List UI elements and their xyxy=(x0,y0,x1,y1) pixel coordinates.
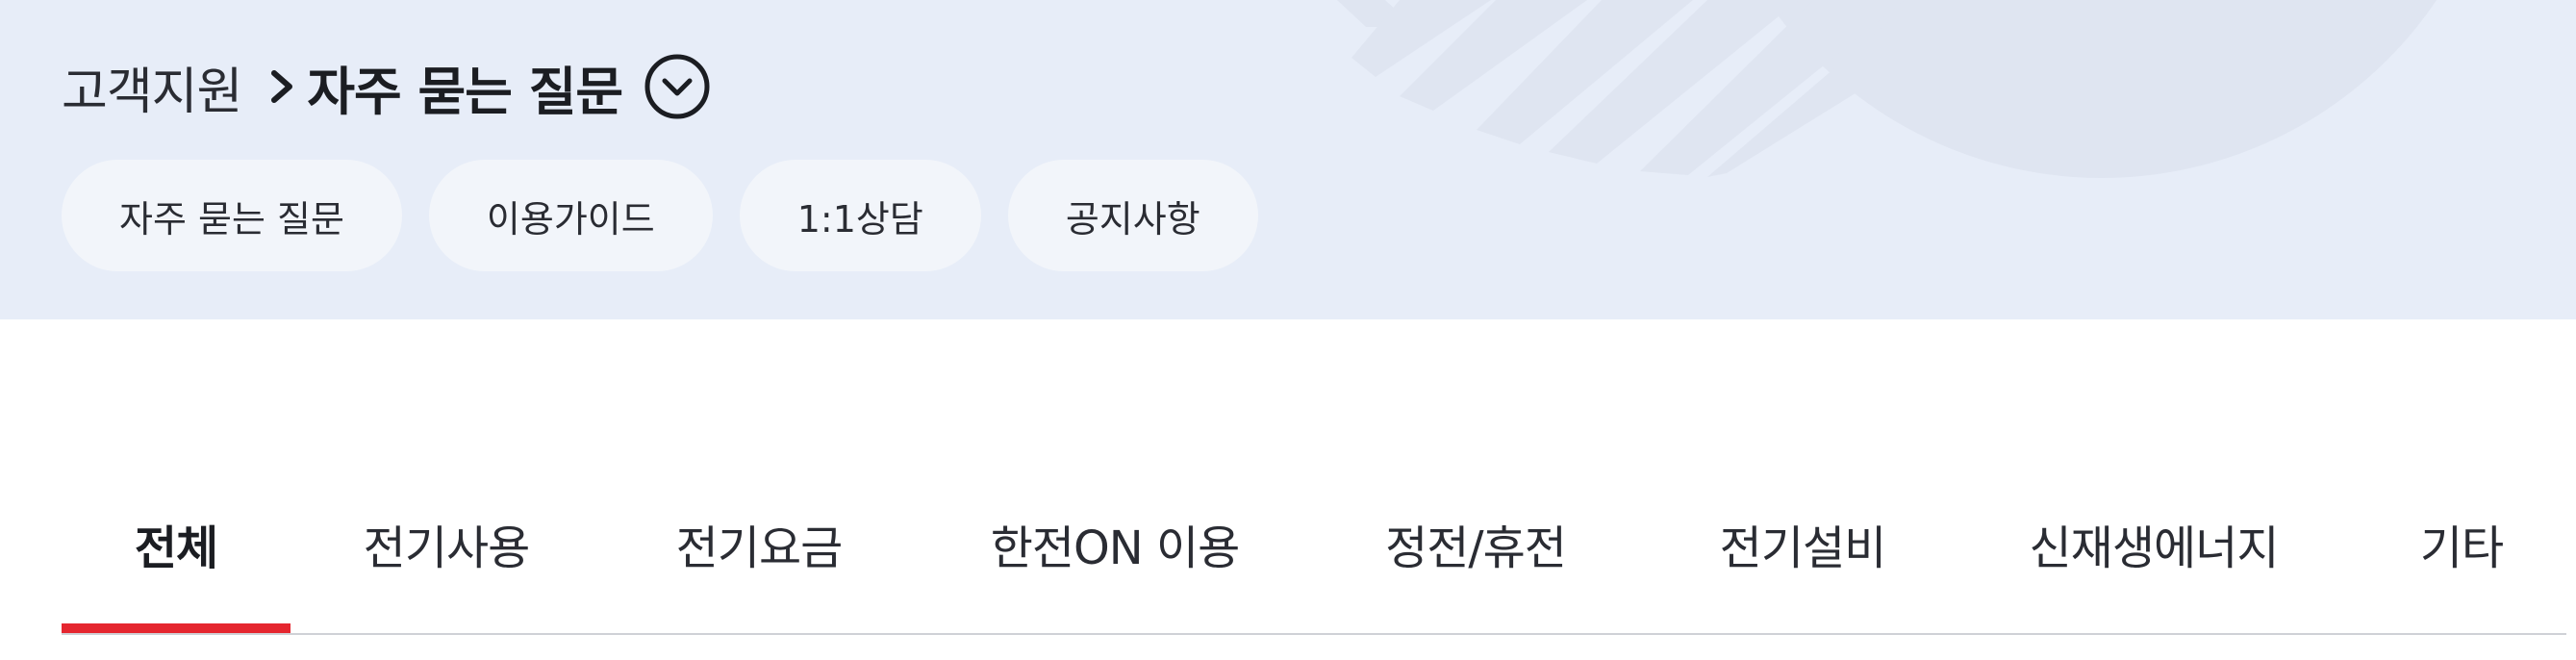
tab-etc[interactable]: 기타 xyxy=(2389,452,2534,635)
breadcrumb: 고객지원 자주 묻는 질문 xyxy=(62,50,711,123)
quick-link-notice[interactable]: 공지사항 xyxy=(1007,160,1258,271)
quick-link-guide[interactable]: 이용가이드 xyxy=(428,160,713,271)
chevron-down-circle-icon[interactable] xyxy=(644,53,711,120)
breadcrumb-root-link[interactable]: 고객지원 xyxy=(62,51,242,123)
quick-links: 자주 묻는 질문 이용가이드 1:1상담 공지사항 xyxy=(62,160,1258,271)
tab-renewable-energy[interactable]: 신재생에너지 xyxy=(2000,452,2308,635)
chevron-right-icon xyxy=(271,70,293,103)
page-title: 자주 묻는 질문 xyxy=(307,61,623,122)
tab-all[interactable]: 전체 xyxy=(62,452,290,635)
tab-kepco-on[interactable]: 한전ON 이용 xyxy=(961,452,1269,635)
tabs-divider xyxy=(62,633,2566,635)
tab-facilities[interactable]: 전기설비 xyxy=(1687,452,1918,635)
page-header-banner: 고객지원 자주 묻는 질문 자주 묻는 질문 이용가이드 1:1상담 공지사항 xyxy=(0,0,2576,319)
tab-electricity-bill[interactable]: 전기요금 xyxy=(653,452,865,635)
tab-electricity-use[interactable]: 전기사용 xyxy=(341,452,552,635)
active-tab-indicator xyxy=(62,623,290,633)
category-tabs: 전체 전기사용 전기요금 한전ON 이용 정전/휴전 전기설비 신재생에너지 기… xyxy=(62,452,2566,635)
tab-outage[interactable]: 정전/휴전 xyxy=(1351,452,1601,635)
quick-link-consultation[interactable]: 1:1상담 xyxy=(739,160,981,271)
quick-link-faq[interactable]: 자주 묻는 질문 xyxy=(62,160,402,271)
